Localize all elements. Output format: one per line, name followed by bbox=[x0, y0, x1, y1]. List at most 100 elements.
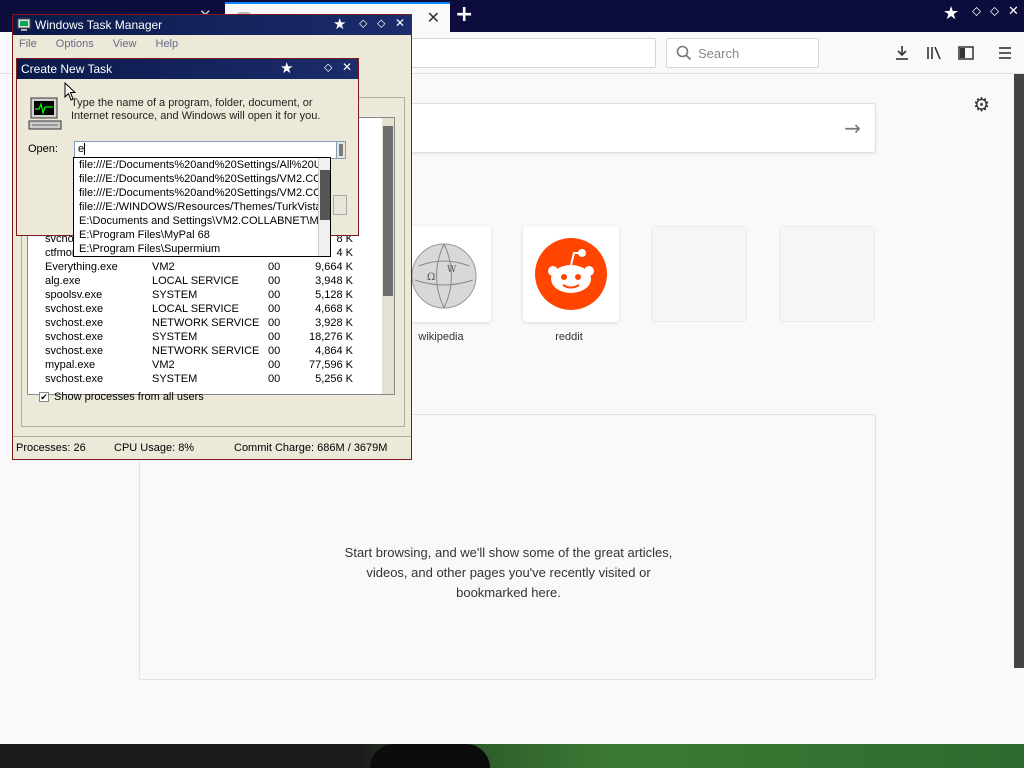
close-window-icon[interactable]: ✕ bbox=[1008, 4, 1019, 19]
status-commit-charge: Commit Charge: 686M / 3679M bbox=[234, 442, 388, 454]
minimize-icon[interactable]: ⬦ bbox=[972, 4, 981, 19]
autocomplete-item[interactable]: E:\Documents and Settings\VM2.COLLABNET\… bbox=[79, 215, 319, 229]
process-memory: 3,928 K bbox=[315, 317, 353, 329]
autocomplete-item[interactable]: file:///E:/Documents%20and%20Settings/Al… bbox=[79, 159, 319, 173]
menu-file[interactable]: File bbox=[19, 38, 37, 50]
process-row[interactable]: svchost.exe NETWORK SERVICE 00 3,928 K bbox=[45, 317, 385, 331]
menu-help[interactable]: Help bbox=[156, 38, 179, 50]
process-user: VM2 bbox=[152, 261, 175, 273]
autocomplete-item[interactable]: file:///E:/Documents%20and%20Settings/VM… bbox=[79, 173, 319, 187]
search-box[interactable]: Search bbox=[666, 38, 819, 68]
process-cpu: 00 bbox=[268, 261, 281, 273]
process-user: LOCAL SERVICE bbox=[152, 275, 239, 287]
process-cpu: 00 bbox=[268, 275, 281, 287]
process-user: LOCAL SERVICE bbox=[152, 303, 239, 315]
highlights-empty-message: Start browsing, and we'll show some of t… bbox=[140, 543, 877, 603]
scrollbar-thumb[interactable] bbox=[320, 170, 330, 220]
process-cpu: 00 bbox=[268, 359, 281, 371]
process-row[interactable]: spoolsv.exe SYSTEM 00 5,128 K bbox=[45, 289, 385, 303]
process-memory: 5,256 K bbox=[315, 373, 353, 385]
process-memory: 77,596 K bbox=[308, 359, 353, 371]
process-cpu: 00 bbox=[268, 345, 281, 357]
process-cpu: 00 bbox=[268, 289, 281, 301]
process-row[interactable]: mypal.exe VM2 00 77,596 K bbox=[45, 359, 385, 373]
mouse-cursor-icon bbox=[64, 82, 77, 101]
star-icon: ★ bbox=[333, 15, 347, 33]
minimize-icon[interactable]: ⬦ bbox=[359, 16, 367, 31]
top-site-tile-empty[interactable] bbox=[651, 226, 747, 322]
tile-label: reddit bbox=[555, 331, 583, 343]
gear-icon[interactable]: ⚙ bbox=[973, 94, 990, 116]
top-site-tile-reddit[interactable] bbox=[523, 226, 619, 322]
task-manager-menubar: File Options View Help bbox=[19, 38, 194, 50]
open-dropdown-button[interactable] bbox=[336, 141, 346, 159]
process-user: NETWORK SERVICE bbox=[152, 317, 260, 329]
new-tab-button[interactable]: + bbox=[455, 2, 473, 27]
process-name: svchost.exe bbox=[45, 317, 104, 329]
process-row[interactable]: Everything.exe VM2 00 9,664 K bbox=[45, 261, 385, 275]
process-user: NETWORK SERVICE bbox=[152, 345, 260, 357]
process-name: Everything.exe bbox=[45, 261, 118, 273]
show-all-users-label: Show processes from all users bbox=[54, 391, 204, 403]
wikipedia-globe-icon: Ω W bbox=[411, 243, 477, 309]
autocomplete-item[interactable]: file:///E:/WINDOWS/Resources/Themes/Turk… bbox=[79, 201, 319, 215]
desktop-wallpaper-shape bbox=[370, 744, 490, 768]
process-cpu: 00 bbox=[268, 317, 281, 329]
computer-icon bbox=[28, 97, 62, 130]
sidebar-icon[interactable] bbox=[957, 44, 975, 62]
autocomplete-item[interactable]: E:\Program Files\MyPal 68 bbox=[79, 229, 319, 243]
autocomplete-item[interactable]: file:///E:/Documents%20and%20Settings/VM… bbox=[79, 187, 319, 201]
process-user: VM2 bbox=[152, 359, 175, 371]
search-icon bbox=[676, 45, 692, 61]
maximize-icon[interactable]: ⬦ bbox=[377, 16, 385, 31]
arrow-right-icon[interactable]: → bbox=[844, 116, 861, 140]
highlights-line: Start browsing, and we'll show some of t… bbox=[344, 545, 673, 560]
autocomplete-scrollbar[interactable] bbox=[318, 158, 330, 256]
process-memory: 5,128 K bbox=[315, 289, 353, 301]
url-bar[interactable] bbox=[410, 38, 656, 68]
content-search-box[interactable]: → bbox=[410, 103, 876, 153]
process-name: svchost.exe bbox=[45, 373, 104, 385]
close-tab-icon[interactable]: ✕ bbox=[427, 8, 440, 27]
download-icon[interactable] bbox=[893, 44, 911, 62]
create-task-title: Create New Task bbox=[21, 62, 113, 76]
close-window-icon[interactable]: ✕ bbox=[395, 16, 405, 30]
process-name: mypal.exe bbox=[45, 359, 96, 371]
library-icon[interactable] bbox=[925, 44, 943, 62]
task-manager-titlebar[interactable]: Windows Task Manager ★ ⬦ ⬦ ✕ bbox=[13, 15, 411, 35]
svg-text:Ω: Ω bbox=[427, 272, 435, 283]
help-icon[interactable]: ⬦ bbox=[324, 60, 332, 75]
autocomplete-dropdown[interactable]: file:///E:/Documents%20and%20Settings/Al… bbox=[73, 157, 331, 257]
create-task-titlebar[interactable]: Create New Task ★ ⬦ ✕ bbox=[17, 59, 358, 79]
highlights-line: videos, and other pages you've recently … bbox=[366, 565, 651, 580]
status-cpu-usage: CPU Usage: 8% bbox=[114, 442, 195, 454]
close-window-icon[interactable]: ✕ bbox=[342, 60, 352, 74]
process-row[interactable]: svchost.exe SYSTEM 00 5,256 K bbox=[45, 373, 385, 387]
process-row[interactable]: alg.exe LOCAL SERVICE 00 3,948 K bbox=[45, 275, 385, 289]
process-name: alg.exe bbox=[45, 275, 81, 287]
process-memory: 4,864 K bbox=[315, 345, 353, 357]
top-site-tile-empty[interactable] bbox=[779, 226, 875, 322]
process-name: svchost.exe bbox=[45, 303, 104, 315]
autocomplete-item[interactable]: E:\Program Files\Supermium bbox=[79, 243, 319, 256]
process-memory: 4,668 K bbox=[315, 303, 353, 315]
open-label: Open: bbox=[28, 143, 58, 155]
process-user: SYSTEM bbox=[152, 331, 198, 343]
menu-icon[interactable] bbox=[996, 44, 1014, 62]
task-manager-title: Windows Task Manager bbox=[35, 18, 163, 32]
show-all-users-checkbox[interactable]: ✔ bbox=[39, 392, 49, 402]
process-row[interactable]: svchost.exe NETWORK SERVICE 00 4,864 K bbox=[45, 345, 385, 359]
process-row[interactable]: svchost.exe SYSTEM 00 18,276 K bbox=[45, 331, 385, 345]
status-processes: Processes: 26 bbox=[16, 442, 86, 454]
process-name: svchost.exe bbox=[45, 345, 104, 357]
dialog-button-partial[interactable] bbox=[333, 195, 347, 215]
page-scrollbar[interactable] bbox=[1014, 74, 1024, 668]
menu-options[interactable]: Options bbox=[56, 38, 94, 50]
create-task-description: Type the name of a program, folder, docu… bbox=[71, 97, 341, 123]
process-cpu: 00 bbox=[268, 373, 281, 385]
menu-view[interactable]: View bbox=[113, 38, 137, 50]
star-icon: ★ bbox=[943, 3, 960, 24]
process-row[interactable]: svchost.exe LOCAL SERVICE 00 4,668 K bbox=[45, 303, 385, 317]
maximize-icon[interactable]: ⬦ bbox=[990, 4, 999, 19]
svg-text:W: W bbox=[447, 265, 457, 275]
